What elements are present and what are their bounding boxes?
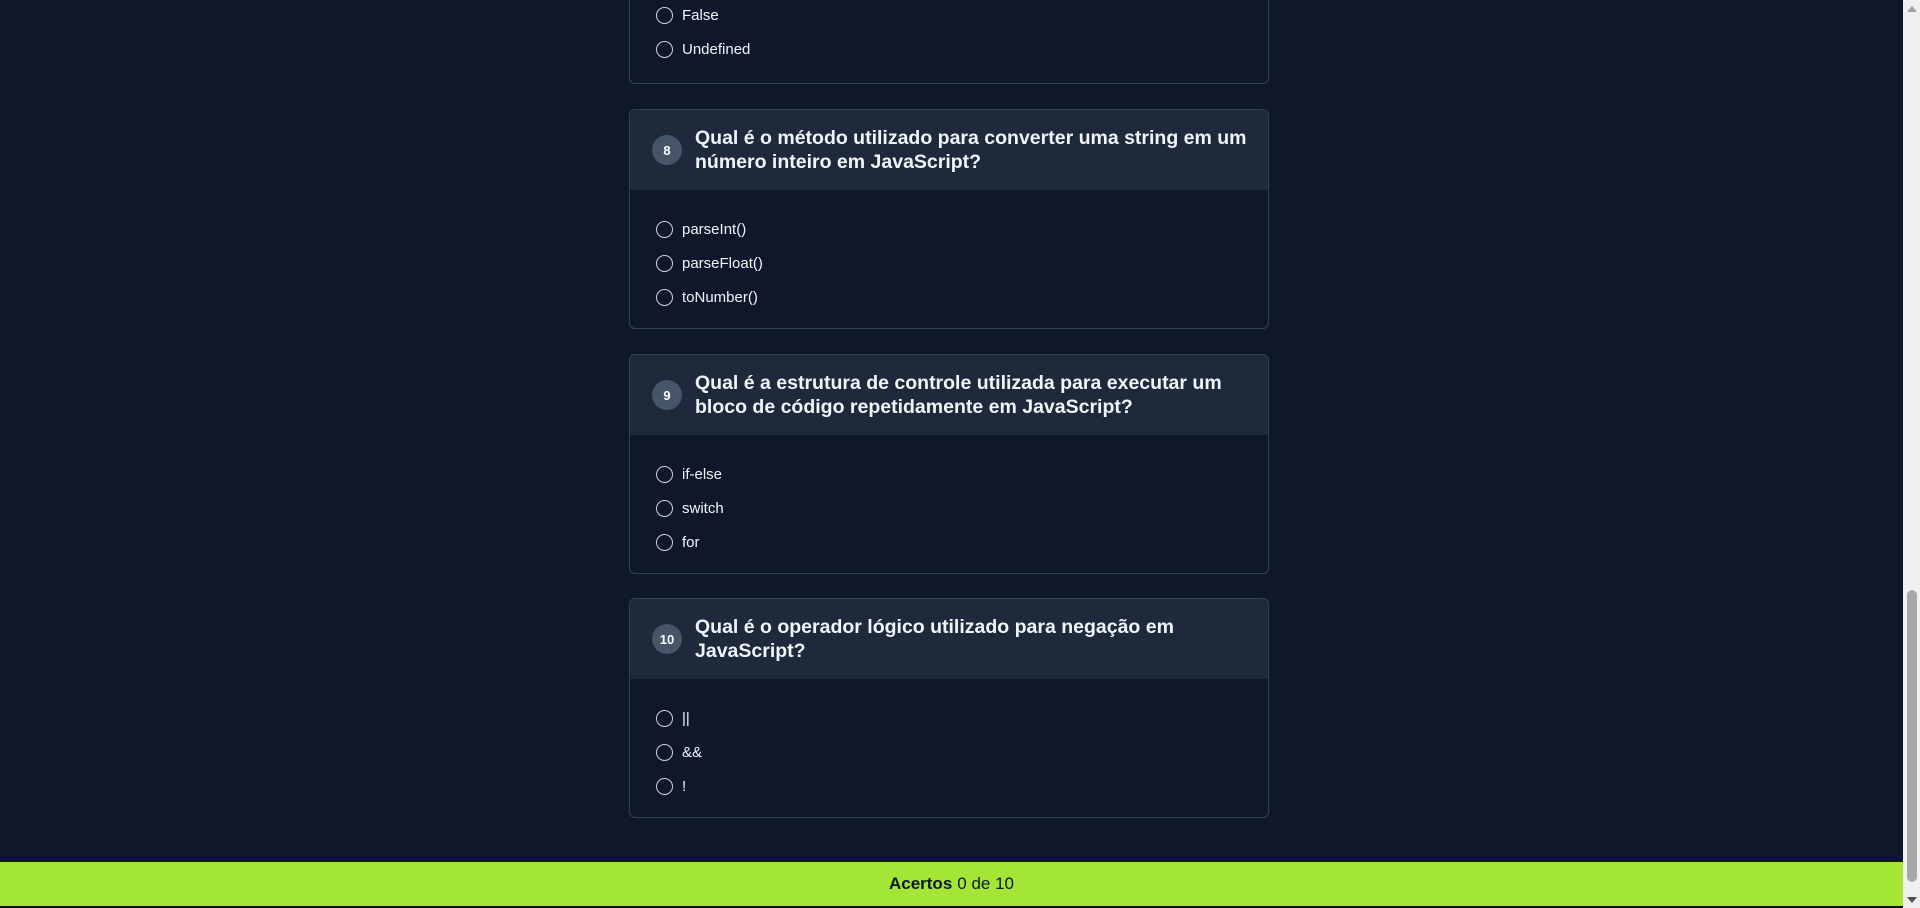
radio-button[interactable] — [656, 6, 673, 24]
option-label: parseFloat() — [682, 254, 763, 272]
question-number-badge: 8 — [652, 135, 682, 165]
options-list: || && ! — [630, 679, 1268, 803]
scrollbar-thumb[interactable] — [1907, 590, 1917, 882]
options-list: parseInt() parseFloat() toNumber() — [630, 190, 1268, 314]
question-header: 8 Qual é o método utilizado para convert… — [630, 110, 1268, 190]
option-item[interactable]: toNumber() — [656, 280, 1268, 314]
option-label: Undefined — [682, 40, 751, 58]
option-item[interactable]: || — [656, 701, 1268, 735]
question-number-badge: 10 — [652, 624, 682, 654]
option-label: ! — [682, 777, 687, 795]
question-text: Qual é a estrutura de controle utilizada… — [695, 372, 1222, 418]
option-item[interactable]: if-else — [656, 457, 1268, 491]
score-footer: Acertos 0 de 10 — [0, 862, 1903, 908]
option-label: parseInt() — [682, 220, 747, 238]
option-label: for — [682, 533, 700, 551]
radio-button[interactable] — [656, 40, 673, 58]
radio-button[interactable] — [656, 743, 673, 761]
score-label: Acertos — [888, 874, 953, 893]
option-undefined[interactable]: Undefined — [656, 32, 1268, 66]
option-label: && — [682, 743, 703, 761]
radio-button[interactable] — [656, 777, 673, 795]
question-card-8: 8 Qual é o método utilizado para convert… — [629, 109, 1269, 329]
question-header: 9 Qual é a estrutura de controle utiliza… — [630, 355, 1268, 435]
option-item[interactable]: for — [656, 525, 1268, 559]
option-label: toNumber() — [682, 288, 758, 306]
question-text: Qual é o método utilizado para converter… — [695, 127, 1247, 173]
options-list: if-else switch for — [630, 435, 1268, 559]
option-label: || — [682, 709, 690, 727]
option-item[interactable]: parseInt() — [656, 212, 1268, 246]
radio-button[interactable] — [656, 465, 673, 483]
option-item[interactable]: && — [656, 735, 1268, 769]
radio-button[interactable] — [656, 499, 673, 517]
scroll-down-arrow-icon[interactable] — [1903, 891, 1920, 908]
scroll-up-arrow-icon[interactable] — [1903, 0, 1920, 17]
question-number-badge: 9 — [652, 380, 682, 410]
quiz-page: False Undefined 8 Qual é o método utiliz… — [0, 0, 1903, 908]
radio-button[interactable] — [656, 709, 673, 727]
option-item[interactable]: parseFloat() — [656, 246, 1268, 280]
question-card-10: 10 Qual é o operador lógico utilizado pa… — [629, 598, 1269, 818]
question-card-9: 9 Qual é a estrutura de controle utiliza… — [629, 354, 1269, 574]
option-item[interactable]: ! — [656, 769, 1268, 803]
radio-button[interactable] — [656, 220, 673, 238]
option-label: False — [682, 6, 719, 24]
radio-button[interactable] — [656, 254, 673, 272]
question-header: 10 Qual é o operador lógico utilizado pa… — [630, 599, 1268, 679]
question-text: Qual é o operador lógico utilizado para … — [695, 616, 1174, 662]
vertical-scrollbar[interactable] — [1903, 0, 1920, 908]
option-label: switch — [682, 499, 724, 517]
radio-button[interactable] — [656, 288, 673, 306]
question-card-7: False Undefined — [629, 0, 1269, 84]
option-label: if-else — [682, 465, 723, 483]
option-item[interactable]: switch — [656, 491, 1268, 525]
radio-button[interactable] — [656, 533, 673, 551]
option-false[interactable]: False — [656, 0, 1268, 32]
score-value: 0 de 10 — [957, 874, 1015, 893]
